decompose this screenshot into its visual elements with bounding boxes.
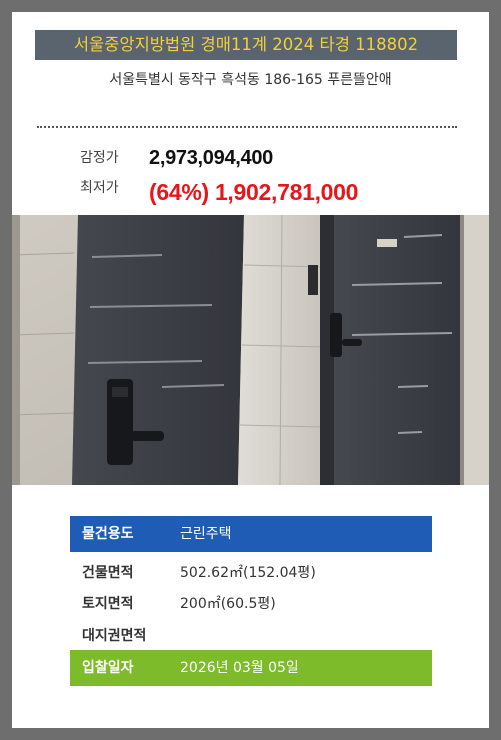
usage-label: 물건용도	[82, 526, 134, 542]
minimum-price-label: 최저가	[80, 180, 119, 196]
property-address: 서울특별시 동작구 흑석동 186-165 푸른뜰안애	[109, 72, 392, 88]
land-area-row: 토지면적 200㎡(60.5평)	[70, 586, 432, 622]
appraisal-value: 2,973,094,400	[149, 147, 274, 169]
usage-value: 근린주택	[180, 526, 232, 542]
property-photo	[12, 215, 489, 485]
land-area-value: 200㎡(60.5평)	[180, 596, 276, 612]
listing-card: 서울중앙지방법원 경매11계 2024 타경 118802 서울특별시 동작구 …	[12, 12, 489, 728]
minimum-price-value: (64%) 1,902,781,000	[149, 179, 359, 205]
dotted-divider	[37, 126, 457, 128]
appraisal-label: 감정가	[80, 150, 119, 166]
case-title-banner: 서울중앙지방법원 경매11계 2024 타경 118802	[35, 30, 457, 60]
bid-date-label: 입찰일자	[82, 660, 134, 676]
bid-date-row: 입찰일자 2026년 03월 05일	[70, 650, 432, 686]
usage-row: 물건용도 근린주택	[70, 516, 432, 552]
land-right-area-row: 대지권면적	[70, 618, 432, 654]
land-area-label: 토지면적	[82, 596, 134, 612]
bid-date-value: 2026년 03월 05일	[180, 660, 299, 676]
land-right-area-label: 대지권면적	[82, 628, 147, 644]
